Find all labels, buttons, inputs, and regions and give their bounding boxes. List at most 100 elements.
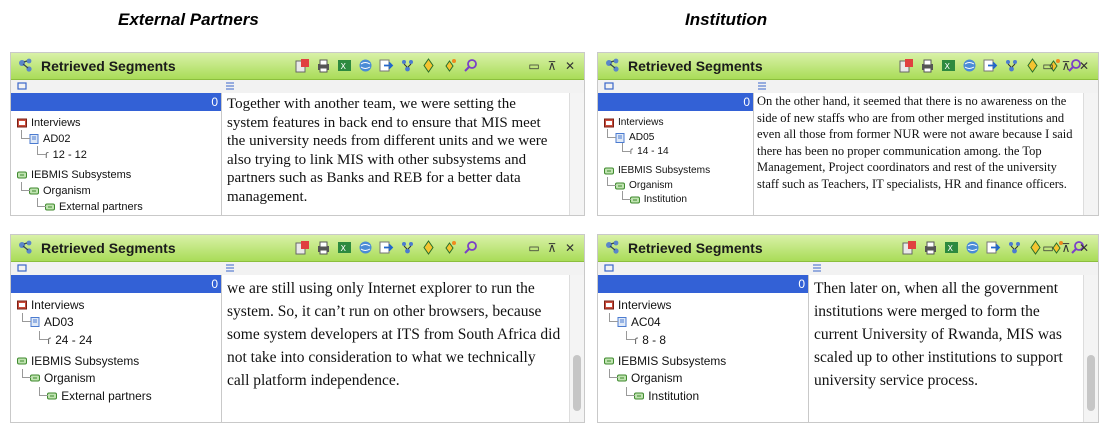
tree-label: Interviews xyxy=(618,298,672,312)
tree-leaf-code[interactable]: Institution xyxy=(621,191,688,208)
pane-tab-icon[interactable] xyxy=(17,80,27,92)
document-icon xyxy=(29,134,39,144)
tree-leaf-code[interactable]: Institution xyxy=(626,386,699,404)
tree-subsystems[interactable]: IEBMIS Subsystems xyxy=(17,353,139,369)
tree-connector xyxy=(37,198,46,207)
close-icon[interactable]: ✕ xyxy=(1078,241,1090,255)
code-tree-pane: 0 Interviews AD02 ɾ 12 - 12 IEBMIS Subsystem… xyxy=(11,93,222,215)
tree-segment-range[interactable]: ɾ 12 - 12 xyxy=(37,146,87,163)
tree-connector xyxy=(621,143,631,153)
print-icon[interactable] xyxy=(315,57,332,74)
node-star-icon[interactable] xyxy=(441,239,458,256)
minimize-icon[interactable]: ⊼ xyxy=(546,241,558,255)
excel-icon[interactable]: X xyxy=(943,239,960,256)
close-icon[interactable]: ✕ xyxy=(1078,59,1090,73)
tree-document[interactable]: AD02 xyxy=(21,130,71,147)
retrieved-segments-panel: Retrieved Segments X ▭ ⊼ ✕ 0 Interviews A… xyxy=(10,52,585,216)
restore-icon[interactable]: ▭ xyxy=(528,59,540,73)
excel-icon[interactable]: X xyxy=(336,57,353,74)
selected-row[interactable]: 0 xyxy=(598,275,808,293)
scrollbar-thumb[interactable] xyxy=(1087,355,1095,411)
close-icon[interactable]: ✕ xyxy=(564,59,576,73)
heading-institution: Institution xyxy=(685,10,768,29)
tree-interviews[interactable]: Interviews xyxy=(17,297,84,313)
export-icon[interactable] xyxy=(294,57,311,74)
pane-menu-icon[interactable] xyxy=(757,80,767,92)
tree-interviews[interactable]: Interviews xyxy=(604,297,671,313)
web-icon[interactable] xyxy=(357,57,374,74)
minimize-icon[interactable]: ⊼ xyxy=(546,59,558,73)
filter-icon[interactable] xyxy=(399,239,416,256)
code-icon xyxy=(615,182,626,190)
tree-subsystems[interactable]: IEBMIS Subsystems xyxy=(17,167,131,183)
arrow-right-icon[interactable] xyxy=(982,57,999,74)
excel-icon[interactable]: X xyxy=(336,239,353,256)
pane-menu-icon[interactable] xyxy=(225,262,235,274)
web-icon[interactable] xyxy=(961,57,978,74)
restore-icon[interactable]: ▭ xyxy=(1042,241,1054,255)
close-icon[interactable]: ✕ xyxy=(564,241,576,255)
restore-icon[interactable]: ▭ xyxy=(528,241,540,255)
export-icon[interactable] xyxy=(901,239,918,256)
web-icon[interactable] xyxy=(964,239,981,256)
filter-icon[interactable] xyxy=(399,57,416,74)
excel-icon[interactable]: X xyxy=(940,57,957,74)
segment-text-pane: we are still using only Internet explore… xyxy=(222,275,569,422)
tree-leaf-code[interactable]: External partners xyxy=(37,198,143,215)
print-icon[interactable] xyxy=(919,57,936,74)
document-icon xyxy=(30,317,40,328)
node-icon[interactable] xyxy=(420,57,437,74)
print-icon[interactable] xyxy=(922,239,939,256)
selected-row[interactable]: 0 xyxy=(598,93,753,111)
pane-tab-icon[interactable] xyxy=(604,262,614,274)
retrieved-segments-panel: Retrieved Segments X ▭ ⊼ ✕ 0 Interviews A… xyxy=(10,234,585,423)
minimize-icon[interactable]: ⊼ xyxy=(1060,59,1072,73)
scrollbar-thumb[interactable] xyxy=(573,355,581,411)
export-icon[interactable] xyxy=(898,57,915,74)
vertical-scrollbar[interactable] xyxy=(569,275,584,422)
tree-subsystems[interactable]: IEBMIS Subsystems xyxy=(604,353,726,369)
print-icon[interactable] xyxy=(315,239,332,256)
arrow-right-icon[interactable] xyxy=(378,57,395,74)
tree-label: 24 - 24 xyxy=(55,332,93,347)
minimize-icon[interactable]: ⊼ xyxy=(1060,241,1072,255)
tree-subsystems[interactable]: IEBMIS Subsystems xyxy=(604,163,710,179)
tree-interviews[interactable]: Interviews xyxy=(17,115,81,131)
tree-label: Institution xyxy=(643,194,688,206)
node-icon[interactable] xyxy=(1024,57,1041,74)
search-icon[interactable] xyxy=(462,57,479,74)
svg-text:X: X xyxy=(945,62,951,71)
tree-leaf-code[interactable]: External partners xyxy=(39,386,152,404)
tree-connector xyxy=(608,369,618,379)
tree-document[interactable]: AD03 xyxy=(21,313,74,330)
pane-menu-icon[interactable] xyxy=(225,80,235,92)
tree-organism[interactable]: Organism xyxy=(21,182,91,199)
pane-tab-icon[interactable] xyxy=(17,262,27,274)
tree-document[interactable]: AC04 xyxy=(608,313,661,330)
web-icon[interactable] xyxy=(357,239,374,256)
code-icon xyxy=(616,374,627,382)
vertical-scrollbar[interactable] xyxy=(1083,275,1098,422)
window-controls: ▭ ⊼ ✕ xyxy=(528,239,576,257)
node-icon[interactable] xyxy=(420,239,437,256)
export-icon[interactable] xyxy=(294,239,311,256)
tree-segment-range[interactable]: ɾ8 - 8 xyxy=(626,330,666,348)
selected-row[interactable]: 0 xyxy=(11,93,221,111)
filter-icon[interactable] xyxy=(1006,239,1023,256)
node-star-icon[interactable] xyxy=(441,57,458,74)
pane-menu-icon[interactable] xyxy=(812,262,822,274)
tree-organism[interactable]: Organism xyxy=(608,369,682,386)
restore-icon[interactable]: ▭ xyxy=(1042,59,1054,73)
arrow-right-icon[interactable] xyxy=(378,239,395,256)
tree-segment-range[interactable]: ɾ 24 - 24 xyxy=(39,330,93,348)
search-icon[interactable] xyxy=(462,239,479,256)
vertical-scrollbar[interactable] xyxy=(1083,93,1098,215)
code-icon xyxy=(604,357,614,365)
filter-icon[interactable] xyxy=(1003,57,1020,74)
vertical-scrollbar[interactable] xyxy=(569,93,584,215)
tree-segment-range[interactable]: ɾ 14 - 14 xyxy=(621,143,669,160)
arrow-right-icon[interactable] xyxy=(985,239,1002,256)
pane-tab-icon[interactable] xyxy=(604,80,614,92)
tree-organism[interactable]: Organism xyxy=(21,369,95,386)
selected-row[interactable]: 0 xyxy=(11,275,221,293)
